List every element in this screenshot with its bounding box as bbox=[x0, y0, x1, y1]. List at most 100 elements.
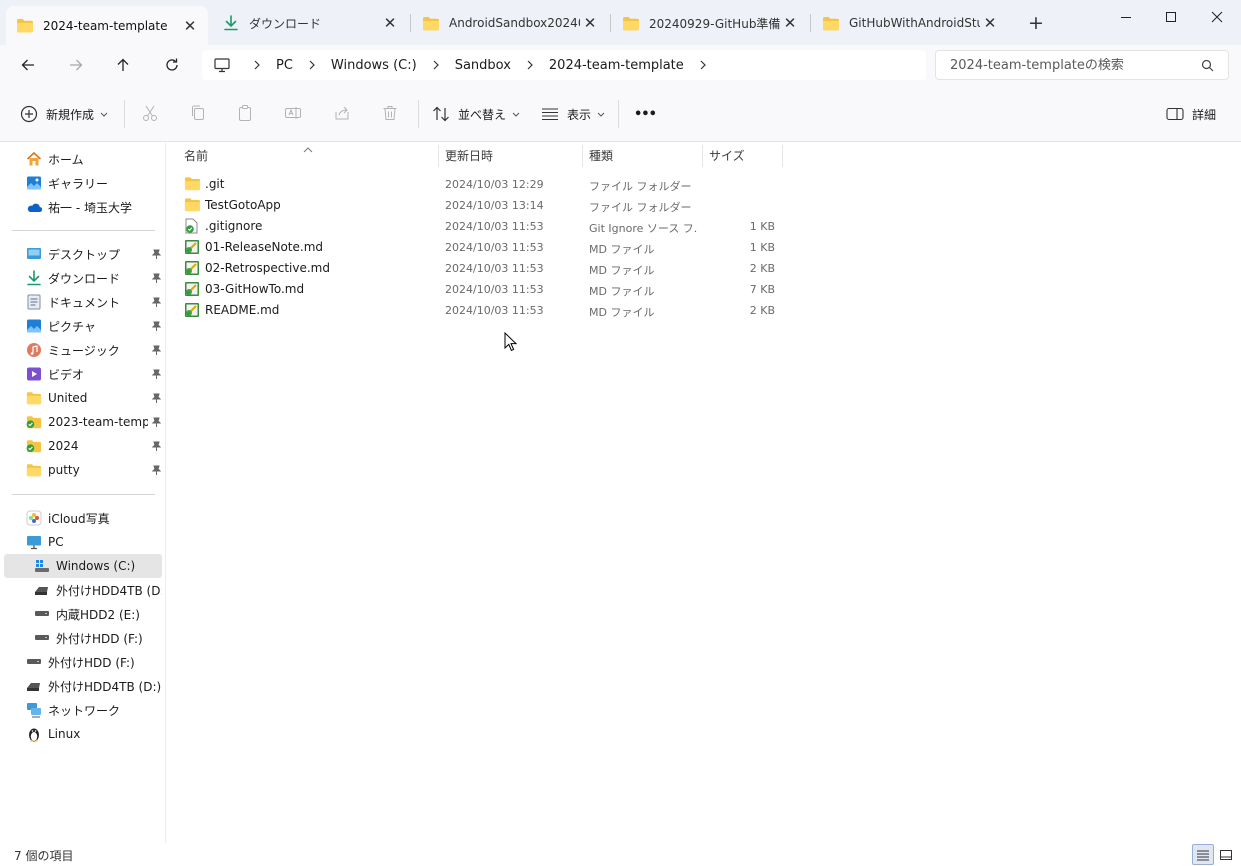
sidebar-item-2023-team-template[interactable]: 2023-team-template bbox=[4, 410, 162, 434]
clipboard-icon bbox=[239, 105, 251, 121]
breadcrumb-item[interactable]: Windows (C:) bbox=[331, 58, 417, 73]
breadcrumb-item[interactable]: PC bbox=[276, 58, 293, 73]
new-tab-button[interactable]: + bbox=[1024, 11, 1048, 35]
arrow-up-icon bbox=[117, 58, 129, 71]
tab-github-android-studio[interactable]: GitHubWithAndroidStuc ✕ bbox=[812, 8, 1008, 38]
sort-button[interactable]: 並べ替え bbox=[432, 99, 520, 129]
view-button[interactable]: 表示 bbox=[541, 99, 605, 129]
paste-button[interactable] bbox=[233, 101, 257, 125]
more-icon: ••• bbox=[634, 106, 657, 122]
close-icon[interactable]: ✕ bbox=[180, 16, 200, 36]
search-icon[interactable] bbox=[1201, 59, 1214, 75]
close-window-button[interactable] bbox=[1194, 2, 1240, 32]
sidebar-item-gallery[interactable]: ギャラリー bbox=[4, 171, 162, 195]
sidebar-item-internal-hdd2-e[interactable]: 内蔵HDD2 (E:) bbox=[4, 602, 162, 626]
more-options-button[interactable]: ••• bbox=[634, 99, 657, 129]
pin-icon[interactable] bbox=[150, 321, 162, 331]
sidebar-item-windows-c[interactable]: Windows (C:) bbox=[4, 554, 162, 578]
details-view-button[interactable] bbox=[1192, 844, 1214, 865]
sidebar-item-documents[interactable]: ドキュメント bbox=[4, 290, 162, 314]
share-button[interactable] bbox=[330, 101, 354, 125]
sidebar-item-music[interactable]: ミュージック bbox=[4, 338, 162, 362]
sidebar-item-onedrive[interactable]: 祐一 - 埼玉大学 bbox=[4, 195, 162, 219]
network-icon bbox=[26, 702, 42, 718]
breadcrumb[interactable]: PC Windows (C:) Sandbox 2024-team-templa… bbox=[202, 50, 926, 80]
copy-button[interactable] bbox=[186, 101, 210, 125]
sidebar-item-pc[interactable]: PC bbox=[4, 530, 162, 554]
sidebar-item-pictures[interactable]: ピクチャ bbox=[4, 314, 162, 338]
tab-2024-team-template[interactable]: 2024-team-template ✕ bbox=[6, 6, 208, 45]
sidebar-item-downloads[interactable]: ダウンロード bbox=[4, 266, 162, 290]
tab-android-sandbox[interactable]: AndroidSandbox20240S ✕ bbox=[412, 8, 608, 38]
sidebar-item-linux[interactable]: Linux bbox=[4, 722, 162, 746]
sidebar-item-external-hdd-f-root[interactable]: 外付けHDD (F:) bbox=[4, 650, 162, 674]
pin-icon[interactable] bbox=[150, 345, 162, 355]
maximize-button[interactable] bbox=[1148, 2, 1194, 32]
details-button[interactable]: 詳細 bbox=[1166, 99, 1216, 129]
column-header-name[interactable]: 名前 bbox=[184, 143, 438, 168]
chevron-right-icon[interactable] bbox=[299, 60, 325, 70]
refresh-button[interactable] bbox=[157, 51, 187, 79]
table-row[interactable]: 02-Retrospective.md 2024/10/03 11:53 MD … bbox=[180, 258, 780, 279]
pin-icon[interactable] bbox=[150, 297, 162, 307]
chevron-right-icon[interactable] bbox=[423, 60, 449, 70]
column-divider[interactable] bbox=[582, 145, 583, 167]
sidebar-item-2024[interactable]: 2024 bbox=[4, 434, 162, 458]
drive-icon bbox=[26, 654, 42, 670]
gitignore-file-icon bbox=[184, 218, 200, 234]
column-header-type[interactable]: 種類 bbox=[589, 143, 701, 168]
pin-icon[interactable] bbox=[150, 465, 162, 475]
rename-button[interactable] bbox=[281, 101, 305, 125]
column-divider[interactable] bbox=[702, 145, 703, 167]
tab-github-prep[interactable]: 20240929-GitHub準備 ✕ bbox=[612, 8, 808, 38]
minimize-button[interactable] bbox=[1103, 2, 1149, 32]
sidebar-item-external-hdd4tb-d-root[interactable]: 外付けHDD4TB (D:) bbox=[4, 674, 162, 698]
table-row[interactable]: .git 2024/10/03 12:29 ファイル フォルダー bbox=[180, 174, 780, 195]
search-input[interactable] bbox=[950, 57, 1195, 73]
sidebar-item-icloud-photos[interactable]: iCloud写真 bbox=[4, 506, 162, 530]
column-header-size[interactable]: サイズ bbox=[709, 143, 781, 168]
sidebar-item-putty[interactable]: putty bbox=[4, 458, 162, 482]
sidebar-item-network[interactable]: ネットワーク bbox=[4, 698, 162, 722]
table-row[interactable]: TestGotoApp 2024/10/03 13:14 ファイル フォルダー bbox=[180, 195, 780, 216]
cut-button[interactable] bbox=[138, 101, 162, 125]
sidebar-item-external-hdd-f[interactable]: 外付けHDD (F:) bbox=[4, 626, 162, 650]
file-type: MD ファイル bbox=[589, 264, 655, 277]
close-icon[interactable]: ✕ bbox=[980, 13, 1000, 33]
close-icon[interactable]: ✕ bbox=[580, 13, 600, 33]
column-header-date[interactable]: 更新日時 bbox=[445, 143, 581, 168]
close-icon[interactable]: ✕ bbox=[780, 13, 800, 33]
breadcrumb-item[interactable]: 2024-team-template bbox=[549, 58, 684, 73]
search-box[interactable] bbox=[935, 50, 1229, 80]
chevron-right-icon[interactable] bbox=[517, 60, 543, 70]
table-row[interactable]: 03-GitHowTo.md 2024/10/03 11:53 MD ファイル … bbox=[180, 279, 780, 300]
pin-icon[interactable] bbox=[150, 393, 162, 403]
sidebar-item-desktop[interactable]: デスクトップ bbox=[4, 242, 162, 266]
sidebar-item-home[interactable]: ホーム bbox=[4, 147, 162, 171]
back-button[interactable] bbox=[13, 51, 43, 79]
sidebar-item-united[interactable]: United bbox=[4, 386, 162, 410]
close-icon[interactable]: ✕ bbox=[380, 13, 400, 33]
pin-icon[interactable] bbox=[150, 273, 162, 283]
column-divider[interactable] bbox=[438, 145, 439, 167]
chevron-right-icon[interactable] bbox=[690, 60, 716, 70]
column-divider[interactable] bbox=[782, 145, 783, 167]
sidebar-item-videos[interactable]: ビデオ bbox=[4, 362, 162, 386]
tab-downloads[interactable]: ダウンロード ✕ bbox=[212, 8, 408, 38]
pin-icon[interactable] bbox=[150, 369, 162, 379]
new-button[interactable]: 新規作成 bbox=[20, 99, 108, 129]
table-row[interactable]: .gitignore 2024/10/03 11:53 Git Ignore ソ… bbox=[180, 216, 780, 237]
tab-divider bbox=[610, 14, 611, 32]
pin-icon[interactable] bbox=[150, 441, 162, 451]
pin-icon[interactable] bbox=[150, 417, 162, 427]
forward-button[interactable] bbox=[61, 51, 91, 79]
chevron-right-icon[interactable] bbox=[244, 60, 270, 70]
sidebar-item-external-hdd4tb-d[interactable]: 外付けHDD4TB (D:) bbox=[4, 578, 162, 602]
breadcrumb-item[interactable]: Sandbox bbox=[455, 58, 511, 73]
pin-icon[interactable] bbox=[150, 249, 162, 259]
delete-button[interactable] bbox=[378, 101, 402, 125]
table-row[interactable]: README.md 2024/10/03 11:53 MD ファイル 2 KB bbox=[180, 300, 780, 321]
table-row[interactable]: 01-ReleaseNote.md 2024/10/03 11:53 MD ファ… bbox=[180, 237, 780, 258]
up-button[interactable] bbox=[108, 51, 138, 79]
tiles-view-button[interactable] bbox=[1215, 844, 1237, 865]
